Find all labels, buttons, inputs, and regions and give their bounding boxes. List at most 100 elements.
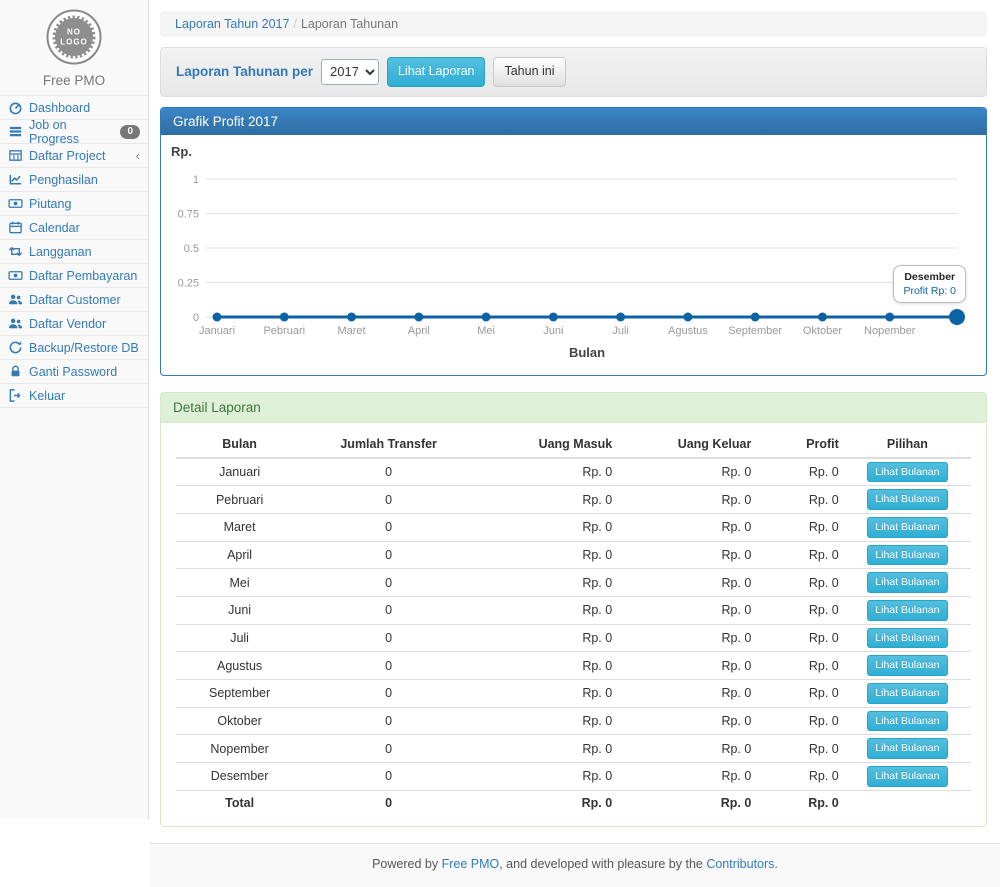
sidebar-item-daftar-vendor[interactable]: Daftar Vendor <box>0 312 148 336</box>
table-row: Pebruari0Rp. 0Rp. 0Rp. 0Lihat Bulanan <box>176 486 971 514</box>
detail-laporan-panel: Detail Laporan Bulan Jumlah Transfer Uan… <box>160 392 987 828</box>
lihat-bulanan-button[interactable]: Lihat Bulanan <box>867 572 947 593</box>
table-cell-action: Lihat Bulanan <box>844 680 971 708</box>
table-cell: Agustus <box>176 652 303 680</box>
table-cell: Maret <box>176 513 303 541</box>
sidebar-item-daftar-customer[interactable]: Daftar Customer <box>0 288 148 312</box>
lihat-laporan-button[interactable]: Lihat Laporan <box>387 57 485 87</box>
tahun-ini-button[interactable]: Tahun ini <box>493 57 565 87</box>
table-cell: Rp. 0 <box>756 569 843 597</box>
lihat-bulanan-button[interactable]: Lihat Bulanan <box>867 766 947 787</box>
lihat-bulanan-button[interactable]: Lihat Bulanan <box>867 655 947 676</box>
table-row: Oktober0Rp. 0Rp. 0Rp. 0Lihat Bulanan <box>176 707 971 735</box>
table-cell: 0 <box>303 707 474 735</box>
profit-chart-panel: Grafik Profit 2017 00.250.50.751Rp.Bulan… <box>160 107 987 376</box>
sidebar-menu: DashboardJob on Progress0Daftar Project‹… <box>0 95 148 408</box>
lihat-bulanan-button[interactable]: Lihat Bulanan <box>867 738 947 759</box>
table-row: Nopember0Rp. 0Rp. 0Rp. 0Lihat Bulanan <box>176 735 971 763</box>
table-cell: Rp. 0 <box>617 763 756 791</box>
sidebar-item-label: Daftar Pembayaran <box>29 269 137 283</box>
table-cell: Rp. 0 <box>617 624 756 652</box>
table-cell: September <box>176 680 303 708</box>
table-cell: Juni <box>176 596 303 624</box>
sidebar-item-daftar-project[interactable]: Daftar Project‹ <box>0 144 148 168</box>
breadcrumb-link-laporan-tahun[interactable]: Laporan Tahun 2017 <box>175 17 289 31</box>
svg-text:1: 1 <box>193 174 199 186</box>
table-cell-action: Lihat Bulanan <box>844 707 971 735</box>
footer-link-contributors[interactable]: Contributors <box>706 857 774 871</box>
svg-text:Bulan: Bulan <box>569 345 605 360</box>
table-cell: Rp. 0 <box>617 735 756 763</box>
table-cell: 0 <box>303 624 474 652</box>
detail-panel-body: Bulan Jumlah Transfer Uang Masuk Uang Ke… <box>161 423 986 827</box>
table-cell-action: Lihat Bulanan <box>844 458 971 486</box>
sidebar-item-calendar[interactable]: Calendar <box>0 216 148 240</box>
sidebar-item-job-on-progress[interactable]: Job on Progress0 <box>0 120 148 144</box>
sidebar-item-label: Daftar Vendor <box>29 317 106 331</box>
table-cell-action: Lihat Bulanan <box>844 735 971 763</box>
sidebar-item-penghasilan[interactable]: Penghasilan <box>0 168 148 192</box>
year-select[interactable]: 2017 <box>321 59 379 85</box>
table-row: Desember0Rp. 0Rp. 0Rp. 0Lihat Bulanan <box>176 763 971 791</box>
table-row: Agustus0Rp. 0Rp. 0Rp. 0Lihat Bulanan <box>176 652 971 680</box>
table-cell: Rp. 0 <box>756 458 843 486</box>
table-icon <box>8 148 23 163</box>
retweet-icon <box>8 244 23 259</box>
table-cell: 0 <box>303 735 474 763</box>
svg-text:Nopember: Nopember <box>864 325 916 337</box>
lihat-bulanan-button[interactable]: Lihat Bulanan <box>867 489 947 510</box>
line-chart-icon <box>8 172 23 187</box>
table-cell: Rp. 0 <box>474 624 617 652</box>
footer-link-free-pmo[interactable]: Free PMO <box>442 857 500 871</box>
table-cell: Rp. 0 <box>756 735 843 763</box>
header-bulan: Bulan <box>176 431 303 458</box>
table-cell-action: Lihat Bulanan <box>844 624 971 652</box>
table-cell: April <box>176 541 303 569</box>
sidebar-item-label: Job on Progress <box>29 118 114 146</box>
table-cell-action: Lihat Bulanan <box>844 596 971 624</box>
svg-text:NO: NO <box>67 28 81 37</box>
table-cell: Rp. 0 <box>474 735 617 763</box>
profit-line-chart[interactable]: 00.250.50.751Rp.BulanJanuariPebruariMare… <box>161 135 997 375</box>
svg-text:Pebruari: Pebruari <box>263 325 305 337</box>
svg-text:Rp.: Rp. <box>171 144 192 159</box>
sidebar-item-label: Backup/Restore DB <box>29 341 139 355</box>
sidebar-item-ganti-password[interactable]: Ganti Password <box>0 360 148 384</box>
table-cell: Rp. 0 <box>617 541 756 569</box>
table-row: September0Rp. 0Rp. 0Rp. 0Lihat Bulanan <box>176 680 971 708</box>
sidebar-item-piutang[interactable]: Piutang <box>0 192 148 216</box>
page-footer: Powered by Free PMO, and developed with … <box>150 843 1000 887</box>
money-icon <box>8 196 23 211</box>
sidebar-item-dashboard[interactable]: Dashboard <box>0 96 148 120</box>
table-cell: Rp. 0 <box>617 458 756 486</box>
svg-text:Agustus: Agustus <box>668 325 708 337</box>
svg-text:Mei: Mei <box>477 325 495 337</box>
sidebar-item-daftar-pembayaran[interactable]: Daftar Pembayaran <box>0 264 148 288</box>
sidebar-item-label: Ganti Password <box>29 365 117 379</box>
breadcrumb: Laporan Tahun 2017/Laporan Tahunan <box>160 11 987 37</box>
sidebar-item-keluar[interactable]: Keluar <box>0 384 148 408</box>
lihat-bulanan-button[interactable]: Lihat Bulanan <box>867 683 947 704</box>
table-cell: Rp. 0 <box>756 541 843 569</box>
table-cell: Rp. 0 <box>756 790 843 814</box>
table-cell: Rp. 0 <box>474 763 617 791</box>
table-cell-action: Lihat Bulanan <box>844 652 971 680</box>
table-cell: Nopember <box>176 735 303 763</box>
table-cell: 0 <box>303 652 474 680</box>
lihat-bulanan-button[interactable]: Lihat Bulanan <box>867 628 947 649</box>
year-select-label: Laporan Tahunan per <box>176 64 313 79</box>
lihat-bulanan-button[interactable]: Lihat Bulanan <box>867 711 947 732</box>
lihat-bulanan-button[interactable]: Lihat Bulanan <box>867 517 947 538</box>
sidebar-item-backup-restore-db[interactable]: Backup/Restore DB <box>0 336 148 360</box>
table-cell: Rp. 0 <box>756 763 843 791</box>
table-row: April0Rp. 0Rp. 0Rp. 0Lihat Bulanan <box>176 541 971 569</box>
lihat-bulanan-button[interactable]: Lihat Bulanan <box>867 600 947 621</box>
table-cell: Rp. 0 <box>617 569 756 597</box>
sidebar-item-label: Penghasilan <box>29 173 98 187</box>
lihat-bulanan-button[interactable]: Lihat Bulanan <box>867 545 947 566</box>
sidebar-item-langganan[interactable]: Langganan <box>0 240 148 264</box>
lihat-bulanan-button[interactable]: Lihat Bulanan <box>867 462 947 483</box>
table-cell: Juli <box>176 624 303 652</box>
sign-out-icon <box>8 388 23 403</box>
chart-body: 00.250.50.751Rp.BulanJanuariPebruariMare… <box>161 135 986 375</box>
